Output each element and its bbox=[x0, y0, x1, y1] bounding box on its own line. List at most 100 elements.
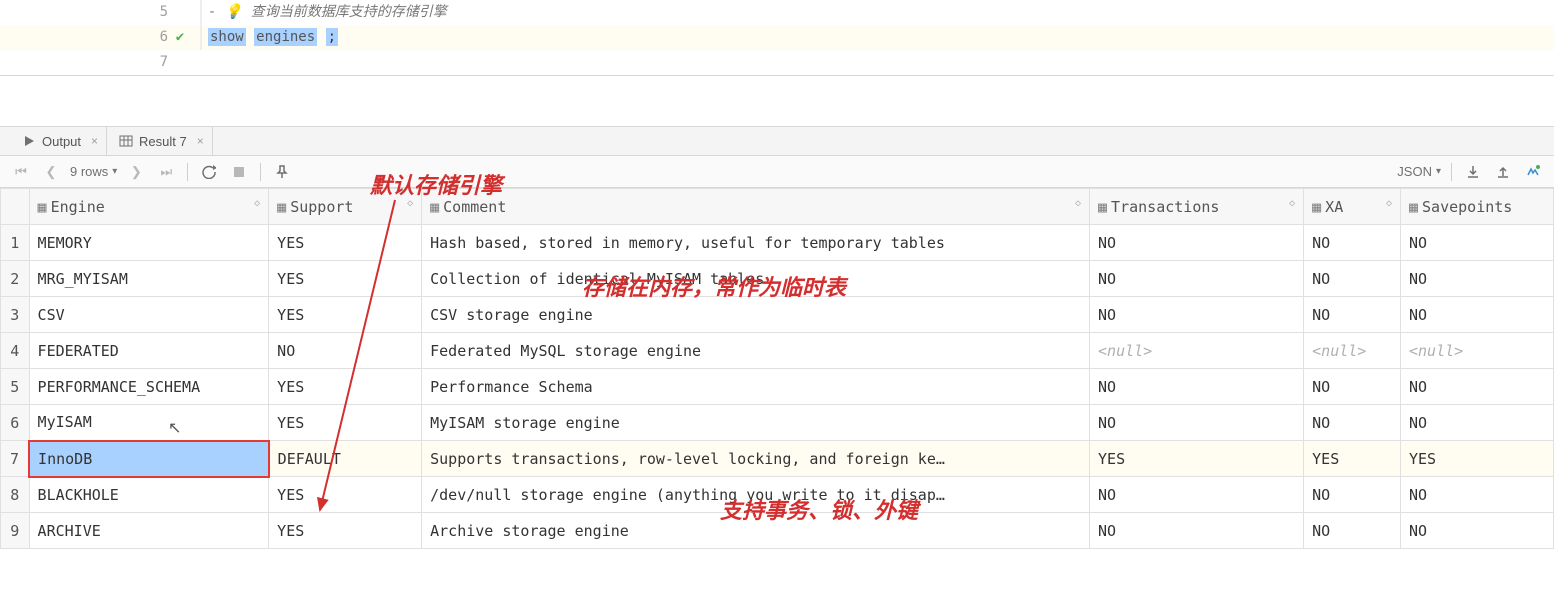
cell-support[interactable]: YES bbox=[269, 261, 422, 297]
corner-cell[interactable] bbox=[1, 189, 30, 225]
cell-transactions[interactable]: <null> bbox=[1090, 333, 1304, 369]
cell-savepoints[interactable]: YES bbox=[1401, 441, 1554, 477]
cell-engine[interactable]: InnoDB bbox=[29, 441, 269, 477]
cell-engine[interactable]: FEDERATED bbox=[29, 333, 269, 369]
cell-comment[interactable]: Federated MySQL storage engine bbox=[422, 333, 1090, 369]
pin-button[interactable] bbox=[271, 161, 293, 183]
sort-icon[interactable]: ◇ bbox=[1075, 198, 1081, 209]
next-page-button[interactable]: ❯ bbox=[125, 161, 147, 183]
cell-comment[interactable]: MyISAM storage engine bbox=[422, 405, 1090, 441]
cell-transactions[interactable]: NO bbox=[1090, 261, 1304, 297]
row-number[interactable]: 5 bbox=[1, 369, 30, 405]
row-number[interactable]: 1 bbox=[1, 225, 30, 261]
table-row[interactable]: 6MyISAMYESMyISAM storage engineNONONO bbox=[1, 405, 1554, 441]
import-button[interactable] bbox=[1492, 161, 1514, 183]
table-row[interactable]: 5PERFORMANCE_SCHEMAYESPerformance Schema… bbox=[1, 369, 1554, 405]
cell-xa[interactable]: NO bbox=[1304, 225, 1401, 261]
close-icon[interactable]: × bbox=[91, 134, 98, 148]
settings-button[interactable] bbox=[1522, 161, 1544, 183]
prev-page-button[interactable]: ❮ bbox=[40, 161, 62, 183]
export-button[interactable] bbox=[1462, 161, 1484, 183]
cell-support[interactable]: YES bbox=[269, 405, 422, 441]
cell-comment[interactable]: Performance Schema bbox=[422, 369, 1090, 405]
cell-savepoints[interactable]: <null> bbox=[1401, 333, 1554, 369]
cell-xa[interactable]: NO bbox=[1304, 261, 1401, 297]
cell-savepoints[interactable]: NO bbox=[1401, 477, 1554, 513]
table-row[interactable]: 9ARCHIVEYESArchive storage engineNONONO bbox=[1, 513, 1554, 549]
sort-icon[interactable]: ◇ bbox=[1386, 198, 1392, 209]
cell-support[interactable]: NO bbox=[269, 333, 422, 369]
cell-xa[interactable]: NO bbox=[1304, 405, 1401, 441]
cell-engine[interactable]: CSV bbox=[29, 297, 269, 333]
column-header-xa[interactable]: ▦XA◇ bbox=[1304, 189, 1401, 225]
cell-comment[interactable]: Archive storage engine bbox=[422, 513, 1090, 549]
cell-savepoints[interactable]: NO bbox=[1401, 261, 1554, 297]
row-number[interactable]: 7 bbox=[1, 441, 30, 477]
cell-transactions[interactable]: NO bbox=[1090, 405, 1304, 441]
cell-xa[interactable]: NO bbox=[1304, 297, 1401, 333]
cell-transactions[interactable]: NO bbox=[1090, 477, 1304, 513]
cell-support[interactable]: YES bbox=[269, 477, 422, 513]
cell-engine[interactable]: BLACKHOLE bbox=[29, 477, 269, 513]
cell-transactions[interactable]: NO bbox=[1090, 369, 1304, 405]
table-row[interactable]: 3CSVYESCSV storage engineNONONO bbox=[1, 297, 1554, 333]
table-row[interactable]: 7InnoDBDEFAULTSupports transactions, row… bbox=[1, 441, 1554, 477]
cell-xa[interactable]: NO bbox=[1304, 369, 1401, 405]
column-header-comment[interactable]: ▦Comment◇ bbox=[422, 189, 1090, 225]
tab-result[interactable]: Result 7 × bbox=[111, 127, 213, 155]
cell-xa[interactable]: YES bbox=[1304, 441, 1401, 477]
cell-comment[interactable]: Hash based, stored in memory, useful for… bbox=[422, 225, 1090, 261]
cell-support[interactable]: YES bbox=[269, 369, 422, 405]
row-number[interactable]: 3 bbox=[1, 297, 30, 333]
sql-editor[interactable]: 5 - 💡 查询当前数据库支持的存储引擎 6 ✔ show engines bbox=[0, 0, 1554, 76]
cell-support[interactable]: YES bbox=[269, 513, 422, 549]
cell-support[interactable]: YES bbox=[269, 225, 422, 261]
row-number[interactable]: 2 bbox=[1, 261, 30, 297]
sort-icon[interactable]: ◇ bbox=[1289, 198, 1295, 209]
table-row[interactable]: 1MEMORYYESHash based, stored in memory, … bbox=[1, 225, 1554, 261]
cell-comment[interactable]: Supports transactions, row-level locking… bbox=[422, 441, 1090, 477]
row-number[interactable]: 9 bbox=[1, 513, 30, 549]
cell-savepoints[interactable]: NO bbox=[1401, 513, 1554, 549]
table-row[interactable]: 4FEDERATEDNOFederated MySQL storage engi… bbox=[1, 333, 1554, 369]
row-number[interactable]: 6 bbox=[1, 405, 30, 441]
table-row[interactable]: 8BLACKHOLEYES/dev/null storage engine (a… bbox=[1, 477, 1554, 513]
first-page-button[interactable]: ⏮ bbox=[10, 161, 32, 183]
sort-icon[interactable]: ◇ bbox=[407, 198, 413, 209]
cell-transactions[interactable]: YES bbox=[1090, 441, 1304, 477]
cell-xa[interactable]: NO bbox=[1304, 513, 1401, 549]
cell-savepoints[interactable]: NO bbox=[1401, 225, 1554, 261]
cell-comment[interactable]: /dev/null storage engine (anything you w… bbox=[422, 477, 1090, 513]
cell-engine[interactable]: MEMORY bbox=[29, 225, 269, 261]
cell-engine[interactable]: MRG_MYISAM bbox=[29, 261, 269, 297]
row-count-dropdown[interactable]: 9 rows ▾ bbox=[70, 164, 117, 179]
cell-transactions[interactable]: NO bbox=[1090, 225, 1304, 261]
cell-support[interactable]: DEFAULT bbox=[269, 441, 422, 477]
close-icon[interactable]: × bbox=[197, 134, 204, 148]
cell-xa[interactable]: <null> bbox=[1304, 333, 1401, 369]
cell-transactions[interactable]: NO bbox=[1090, 513, 1304, 549]
cell-comment[interactable]: Collection of identical MyISAM tables bbox=[422, 261, 1090, 297]
cell-savepoints[interactable]: NO bbox=[1401, 297, 1554, 333]
cell-engine[interactable]: ARCHIVE bbox=[29, 513, 269, 549]
column-header-support[interactable]: ▦Support◇ bbox=[269, 189, 422, 225]
row-number[interactable]: 4 bbox=[1, 333, 30, 369]
refresh-button[interactable] bbox=[198, 161, 220, 183]
sort-icon[interactable]: ◇ bbox=[254, 198, 260, 209]
cell-xa[interactable]: NO bbox=[1304, 477, 1401, 513]
column-header-engine[interactable]: ▦Engine◇ bbox=[29, 189, 269, 225]
tab-output[interactable]: Output × bbox=[14, 127, 107, 155]
last-page-button[interactable]: ⏭ bbox=[155, 161, 177, 183]
cell-engine[interactable]: PERFORMANCE_SCHEMA bbox=[29, 369, 269, 405]
stop-button[interactable] bbox=[228, 161, 250, 183]
column-header-transactions[interactable]: ▦Transactions◇ bbox=[1090, 189, 1304, 225]
result-grid[interactable]: ▦Engine◇ ▦Support◇ ▦Comment◇ ▦Transactio… bbox=[0, 188, 1554, 614]
cell-engine[interactable]: MyISAM bbox=[29, 405, 269, 441]
cell-savepoints[interactable]: NO bbox=[1401, 405, 1554, 441]
cell-comment[interactable]: CSV storage engine bbox=[422, 297, 1090, 333]
cell-transactions[interactable]: NO bbox=[1090, 297, 1304, 333]
row-number[interactable]: 8 bbox=[1, 477, 30, 513]
column-header-savepoints[interactable]: ▦Savepoints bbox=[1401, 189, 1554, 225]
view-mode-dropdown[interactable]: JSON ▾ bbox=[1397, 164, 1441, 179]
cell-savepoints[interactable]: NO bbox=[1401, 369, 1554, 405]
